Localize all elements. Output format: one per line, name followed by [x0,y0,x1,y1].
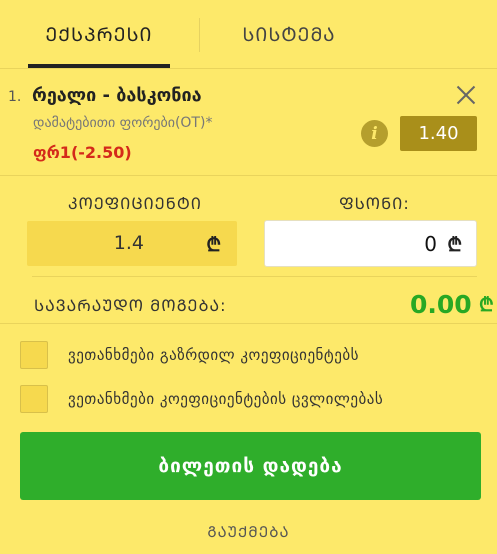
lari-icon: ₾ [206,234,221,256]
divider [32,276,477,277]
place-bet-button[interactable]: ბილეთის დადება [20,432,481,500]
coefficient-value: 1.4 [113,232,144,254]
market-name: დამატებითი ფორები(OT)* [33,115,213,131]
bet-slip-tabs: ᲔᲥᲡᲞᲠᲔᲡᲘ ᲡᲘᲡᲢᲔᲛᲐ [0,0,497,68]
accept-increased-odds-label: ვეთანხმები გაზრდილ კოეფიციენტებს [68,346,359,364]
bet-index: 1. [8,89,22,105]
selection-name: ფრ1(-2.50) [33,143,132,162]
potential-winnings-value: 0.00 [410,290,472,319]
coefficient-label: ᲙᲝᲔᲤᲘᲪᲘᲔᲜᲢᲘ [68,194,202,213]
tab-system[interactable]: ᲡᲘᲡᲢᲔᲛᲐ [200,0,378,68]
tab-express[interactable]: ᲔᲥᲡᲞᲠᲔᲡᲘ [28,0,170,68]
lari-icon: ₾ [447,234,462,256]
cancel-link[interactable]: ᲒᲐᲣᲥᲛᲔᲑᲐ [0,522,497,542]
stake-label: ᲤᲡᲝᲜᲘ: [339,194,410,213]
odds-badge: 1.40 [400,116,477,151]
match-name: რეალი - ბასკონია [32,85,202,106]
stake-input-box[interactable]: ₾ [265,221,476,266]
coefficient-display: 1.4 ₾ [27,221,237,266]
lari-icon: ₾ [479,294,494,316]
divider [0,175,497,176]
accept-odds-change-option[interactable]: ვეთანხმები კოეფიციენტების ცვლილებას [20,385,383,413]
stake-input[interactable] [273,221,437,266]
accept-odds-change-label: ვეთანხმები კოეფიციენტების ცვლილებას [68,390,384,408]
potential-winnings-label: ᲡᲐᲕᲐᲠᲐᲣᲓᲝ ᲛᲝᲒᲔᲑᲐ: [34,296,227,315]
divider [0,323,497,324]
accept-increased-odds-checkbox[interactable] [20,341,48,369]
close-icon[interactable] [455,84,477,106]
accept-increased-odds-option[interactable]: ვეთანხმები გაზრდილ კოეფიციენტებს [20,341,359,369]
accept-odds-change-checkbox[interactable] [20,385,48,413]
info-icon[interactable]: i [361,120,388,147]
